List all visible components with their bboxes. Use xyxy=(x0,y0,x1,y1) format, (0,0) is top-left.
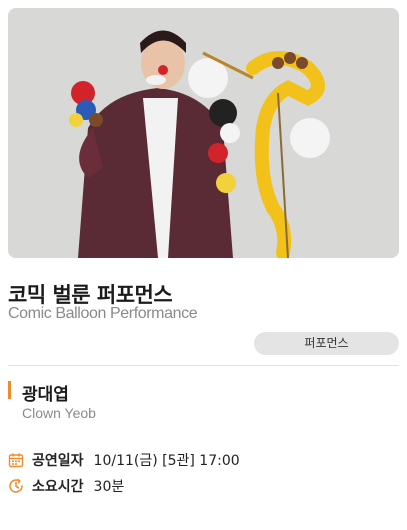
clock-icon xyxy=(8,478,24,494)
info-row-duration: 소요시간 30분 xyxy=(8,476,124,496)
clown-balloon-photo xyxy=(8,8,399,258)
accent-bar xyxy=(8,381,11,399)
info-value: 30분 xyxy=(93,479,125,495)
info-label: 공연일자 xyxy=(32,453,84,469)
info-row-date: 공연일자 10/11(금) [5관] 17:00 xyxy=(8,450,240,470)
performer-name: 광대엽 xyxy=(22,385,69,405)
calendar-icon xyxy=(8,452,24,468)
performer-name-en: Clown Yeob xyxy=(22,405,96,421)
info-label: 소요시간 xyxy=(32,479,84,495)
divider xyxy=(8,365,399,366)
performance-photo[interactable] xyxy=(8,8,399,258)
info-value: 10/11(금) [5관] 17:00 xyxy=(93,453,240,469)
performance-card[interactable]: 코믹 벌룬 퍼포먼스 Comic Balloon Performance 퍼포먼… xyxy=(0,0,407,530)
category-tag[interactable]: 퍼포먼스 xyxy=(254,332,399,355)
show-subtitle: Comic Balloon Performance xyxy=(8,305,198,322)
